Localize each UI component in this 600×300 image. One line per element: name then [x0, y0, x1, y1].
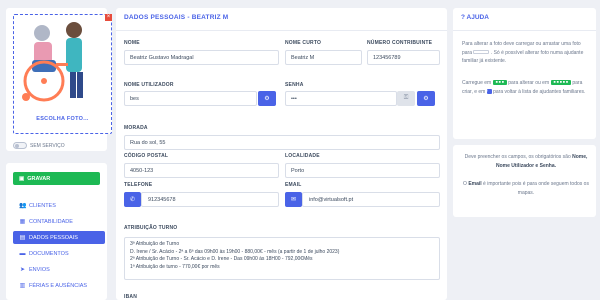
phone-icon: ✆: [129, 197, 136, 203]
choose-photo-label[interactable]: ESCOLHA FOTO...: [14, 116, 111, 122]
help-text-part: para voltar à lista de ajudantes familia…: [493, 88, 586, 95]
contribuinte-label: NÚMERO CONTRIBUINTE: [367, 40, 433, 46]
menu-item-ferias[interactable]: ▥ FÉRIAS E AUSÊNCIAS: [13, 279, 105, 292]
req-text-part: O: [463, 181, 467, 187]
atribuicao-line: D. Irene / Sr. Acácio - 2ª a 6ª das 09h0…: [130, 248, 340, 255]
save-button[interactable]: ▣ GRAVAR: [13, 172, 100, 185]
help-buttons-text: Carregue em ■ ■ ■ para alterar ou em ■ ■…: [462, 79, 590, 96]
form-divider: [116, 30, 447, 31]
req-text-part: é importante pois é para onde seguem tod…: [483, 181, 589, 196]
calendar-icon: ▥: [19, 283, 26, 289]
menu-card: ▣ GRAVAR 👥 CLIENTES ▦ CONTABILIDADE ▤ DA…: [6, 163, 107, 300]
help-card: ? AJUDA Para alterar a foto deve carrega…: [453, 8, 596, 139]
send-icon: ➤: [19, 267, 26, 273]
morada-label: MORADA: [124, 125, 148, 131]
atribuicao-line: 3ª Atribuição de Turno: [130, 241, 180, 247]
save-chip-icon: ■ ■ ■: [492, 80, 507, 86]
morada-input[interactable]: Rua do sol, 55: [124, 135, 440, 150]
required-fields-text: Deve preencher os campos, os obrigatório…: [462, 153, 590, 170]
help-text-part: para alterar ou em: [508, 80, 550, 86]
atribuicao-textarea[interactable]: 3ª Atribuição de Turno D. Irene / Sr. Ac…: [124, 237, 440, 280]
show-password-button[interactable]: ⚿: [397, 91, 415, 106]
req-text-part: Deve preencher os campos, os obrigatório…: [464, 154, 571, 160]
menu-item-envios[interactable]: ➤ ENVIOS: [13, 263, 105, 276]
atribuicao-line: 2ª Atribuição de Turno - Sr. Acácio e D.…: [130, 256, 313, 263]
nome-input[interactable]: Beatriz Gustavo Madragal: [124, 50, 279, 65]
utilizador-label: NOME UTILIZADOR: [124, 82, 174, 88]
user-gear-icon: ⚙: [264, 96, 270, 102]
iban-label: IBAN: [124, 294, 138, 300]
menu-item-label: FÉRIAS E AUSÊNCIAS: [29, 282, 88, 289]
nome-curto-input[interactable]: Beatriz M: [285, 50, 362, 65]
calculator-icon: ▦: [19, 219, 26, 225]
no-service-toggle[interactable]: [13, 142, 27, 149]
atribuicao-label: ATRIBUIÇÃO TURNO: [124, 225, 178, 231]
users-icon: 👥: [19, 203, 27, 209]
email-input[interactable]: info@virtualsoft.pt: [302, 192, 440, 207]
help-divider: [453, 30, 596, 31]
password-settings-button[interactable]: ⚙: [417, 91, 435, 106]
help-photo-text: Para alterar a foto deve carregar ou arr…: [462, 40, 590, 66]
menu-item-clientes[interactable]: 👥 CLIENTES: [13, 199, 105, 212]
utilizador-input[interactable]: bes: [124, 91, 257, 106]
senha-label: SENHA: [285, 82, 304, 88]
menu-item-contabilidade[interactable]: ▦ CONTABILIDADE: [13, 215, 105, 228]
new-chip-icon: ■ ■ ■ ■ ■: [550, 80, 571, 86]
menu-item-label: CONTABILIDADE: [29, 218, 73, 225]
email-info-text: O Email é importante pois é para onde se…: [462, 180, 590, 197]
call-button[interactable]: ✆: [124, 192, 141, 207]
envelope-icon: ✉: [290, 197, 297, 203]
email-label: EMAIL: [285, 182, 302, 188]
help-text-part: Carregue em: [462, 80, 492, 86]
side-menu: 👥 CLIENTES ▦ CONTABILIDADE ▤ DADOS PESSO…: [13, 199, 105, 295]
contribuinte-input[interactable]: 123456789: [367, 50, 440, 65]
telefone-label: TELEFONE: [124, 182, 153, 188]
photo-card: × ESCOLHA FOTO... SEM SERVIÇO: [6, 8, 112, 151]
menu-item-label: DOCUMENTOS: [29, 250, 69, 257]
back-arrow-icon: ‹: [486, 88, 492, 94]
menu-item-label: DADOS PESSOAIS: [29, 234, 78, 241]
senha-input[interactable]: •••: [285, 91, 397, 106]
save-icon: ▣: [19, 175, 25, 182]
no-service-label: SEM SERVIÇO: [30, 142, 65, 149]
telefone-input[interactable]: 912345678: [141, 192, 279, 207]
key-icon: ⚿: [403, 95, 409, 101]
save-button-label: GRAVAR: [27, 175, 51, 182]
nome-curto-label: NOME CURTO: [285, 40, 322, 46]
help-title: ? AJUDA: [461, 14, 489, 21]
atribuicao-line: 1ª Atribuição de turno - 770,00€ por mês: [130, 263, 220, 270]
nome-label: NOME: [124, 40, 140, 46]
menu-item-label: CLIENTES: [29, 202, 56, 209]
user-lookup-button[interactable]: ⚙: [258, 91, 276, 106]
folder-icon: ▬: [19, 250, 26, 257]
lock-gear-icon: ⚙: [423, 96, 429, 102]
photo-dropzone[interactable]: × ESCOLHA FOTO...: [13, 14, 112, 134]
req-text-bold: Email: [468, 181, 482, 187]
menu-item-label: ENVIOS: [29, 266, 50, 273]
no-service-toggle-row[interactable]: SEM SERVIÇO: [13, 142, 65, 149]
requirements-card: Deve preencher os campos, os obrigatório…: [453, 145, 596, 217]
codigo-postal-input[interactable]: 4050-123: [124, 163, 279, 178]
menu-item-dados-pessoais[interactable]: ▤ DADOS PESSOAIS: [13, 231, 105, 244]
localidade-input[interactable]: Porto: [285, 163, 440, 178]
codigo-postal-label: CÓDIGO POSTAL: [124, 153, 169, 159]
send-email-button[interactable]: ✉: [285, 192, 302, 207]
menu-item-documentos[interactable]: ▬ DOCUMENTOS: [13, 247, 105, 260]
localidade-label: LOCALIDADE: [285, 153, 320, 159]
id-card-icon: ▤: [19, 235, 26, 241]
dropzone-chip: [473, 50, 490, 55]
form-title: DADOS PESSOAIS - BEATRIZ M: [124, 14, 229, 21]
caregiver-illustration: [22, 22, 83, 102]
